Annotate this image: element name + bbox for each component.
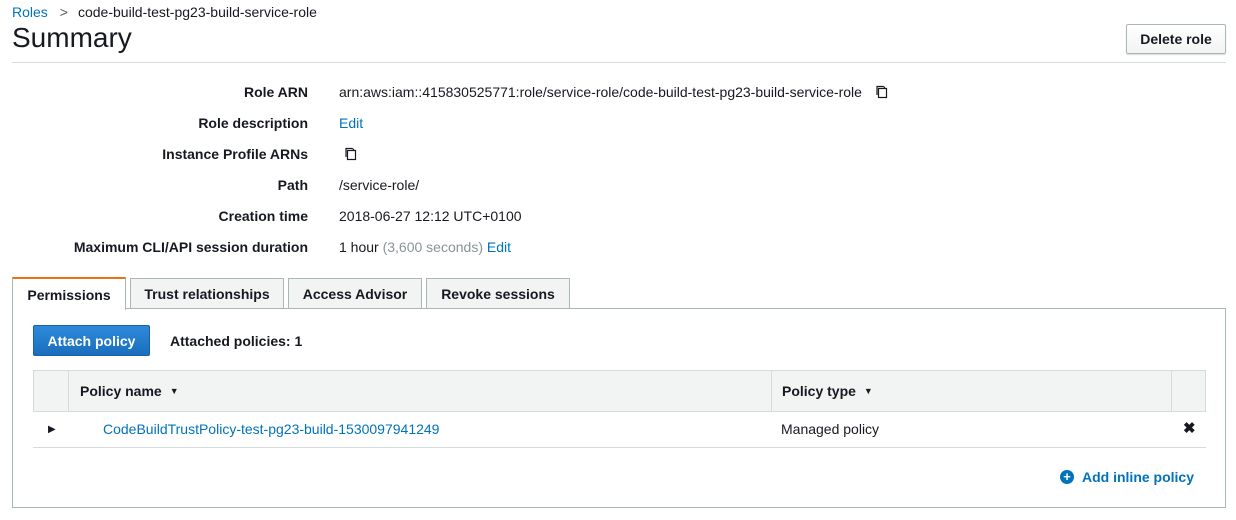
creation-time-label: Creation time [218, 208, 308, 224]
path-label: Path [277, 177, 308, 193]
path-row: Path /service-role/ [0, 177, 1236, 197]
delete-role-button[interactable]: Delete role [1126, 24, 1226, 54]
policy-type-value: Managed policy [781, 421, 880, 437]
column-divider [771, 371, 772, 411]
breadcrumb-current: code-build-test-pg23-build-service-role [77, 4, 317, 20]
session-duration-edit-link[interactable]: Edit [487, 239, 511, 255]
column-header-policy-type[interactable]: Policy type ▼ [782, 371, 873, 411]
tab-access-advisor[interactable]: Access Advisor [288, 278, 422, 308]
tab-revoke-sessions[interactable]: Revoke sessions [426, 278, 570, 308]
add-inline-policy-label: Add inline policy [1082, 469, 1195, 485]
column-divider [1171, 371, 1172, 411]
role-arn-row: Role ARN arn:aws:iam::415830525771:role/… [0, 84, 1236, 104]
caret-down-icon: ▼ [863, 386, 873, 396]
plus-circle-icon: + [1060, 470, 1074, 484]
policy-name-link[interactable]: CodeBuildTrustPolicy-test-pg23-build-153… [103, 421, 439, 437]
column-divider [68, 371, 69, 411]
tab-trust-relationships[interactable]: Trust relationships [130, 278, 284, 308]
table-row: ▶ CodeBuildTrustPolicy-test-pg23-build-1… [33, 412, 1206, 448]
creation-time-value: 2018-06-27 12:12 UTC+0100 [339, 208, 522, 224]
breadcrumb-roles-link[interactable]: Roles [12, 4, 48, 20]
session-duration-seconds: (3,600 seconds) [382, 239, 483, 255]
role-arn-label: Role ARN [243, 84, 308, 100]
attached-policies-count: Attached policies: 1 [170, 333, 303, 349]
session-duration-row: Maximum CLI/API session duration 1 hour … [0, 239, 1236, 259]
attach-policy-button[interactable]: Attach policy [33, 325, 150, 356]
session-duration-label: Maximum CLI/API session duration [73, 239, 308, 255]
page-title: Summary [12, 22, 132, 53]
tab-permissions[interactable]: Permissions [12, 277, 126, 310]
creation-time-row: Creation time 2018-06-27 12:12 UTC+0100 [0, 208, 1236, 228]
role-description-label: Role description [198, 115, 308, 131]
instance-profile-row: Instance Profile ARNs [0, 146, 1236, 166]
remove-x-icon[interactable]: ✖ [1183, 419, 1196, 437]
role-description-edit-link[interactable]: Edit [339, 115, 363, 131]
caret-down-icon: ▼ [169, 386, 179, 396]
column-header-policy-name[interactable]: Policy name ▼ [80, 371, 179, 411]
instance-profile-label: Instance Profile ARNs [162, 146, 308, 162]
role-arn-value: arn:aws:iam::415830525771:role/service-r… [339, 84, 862, 101]
path-value: /service-role/ [339, 177, 420, 193]
copy-icon[interactable] [343, 146, 359, 165]
breadcrumb: Roles > code-build-test-pg23-build-service… [12, 4, 317, 20]
session-duration-value: 1 hour [339, 239, 379, 255]
table-header: Policy name ▼ Policy type ▼ [33, 370, 1206, 412]
permissions-panel: Attach policy Attached policies: 1 Polic… [12, 308, 1226, 508]
column-header-label: Policy name [80, 383, 162, 399]
copy-icon[interactable] [874, 84, 890, 103]
expand-triangle-icon[interactable]: ▶ [48, 424, 56, 435]
role-description-row: Role description Edit [0, 115, 1236, 135]
role-arn-value-wrap: arn:aws:iam::415830525771:role/service-r… [339, 84, 890, 103]
title-divider [12, 62, 1226, 63]
breadcrumb-separator: > [59, 4, 68, 20]
column-header-label: Policy type [782, 383, 856, 399]
add-inline-policy-link[interactable]: + Add inline policy [1060, 469, 1194, 485]
